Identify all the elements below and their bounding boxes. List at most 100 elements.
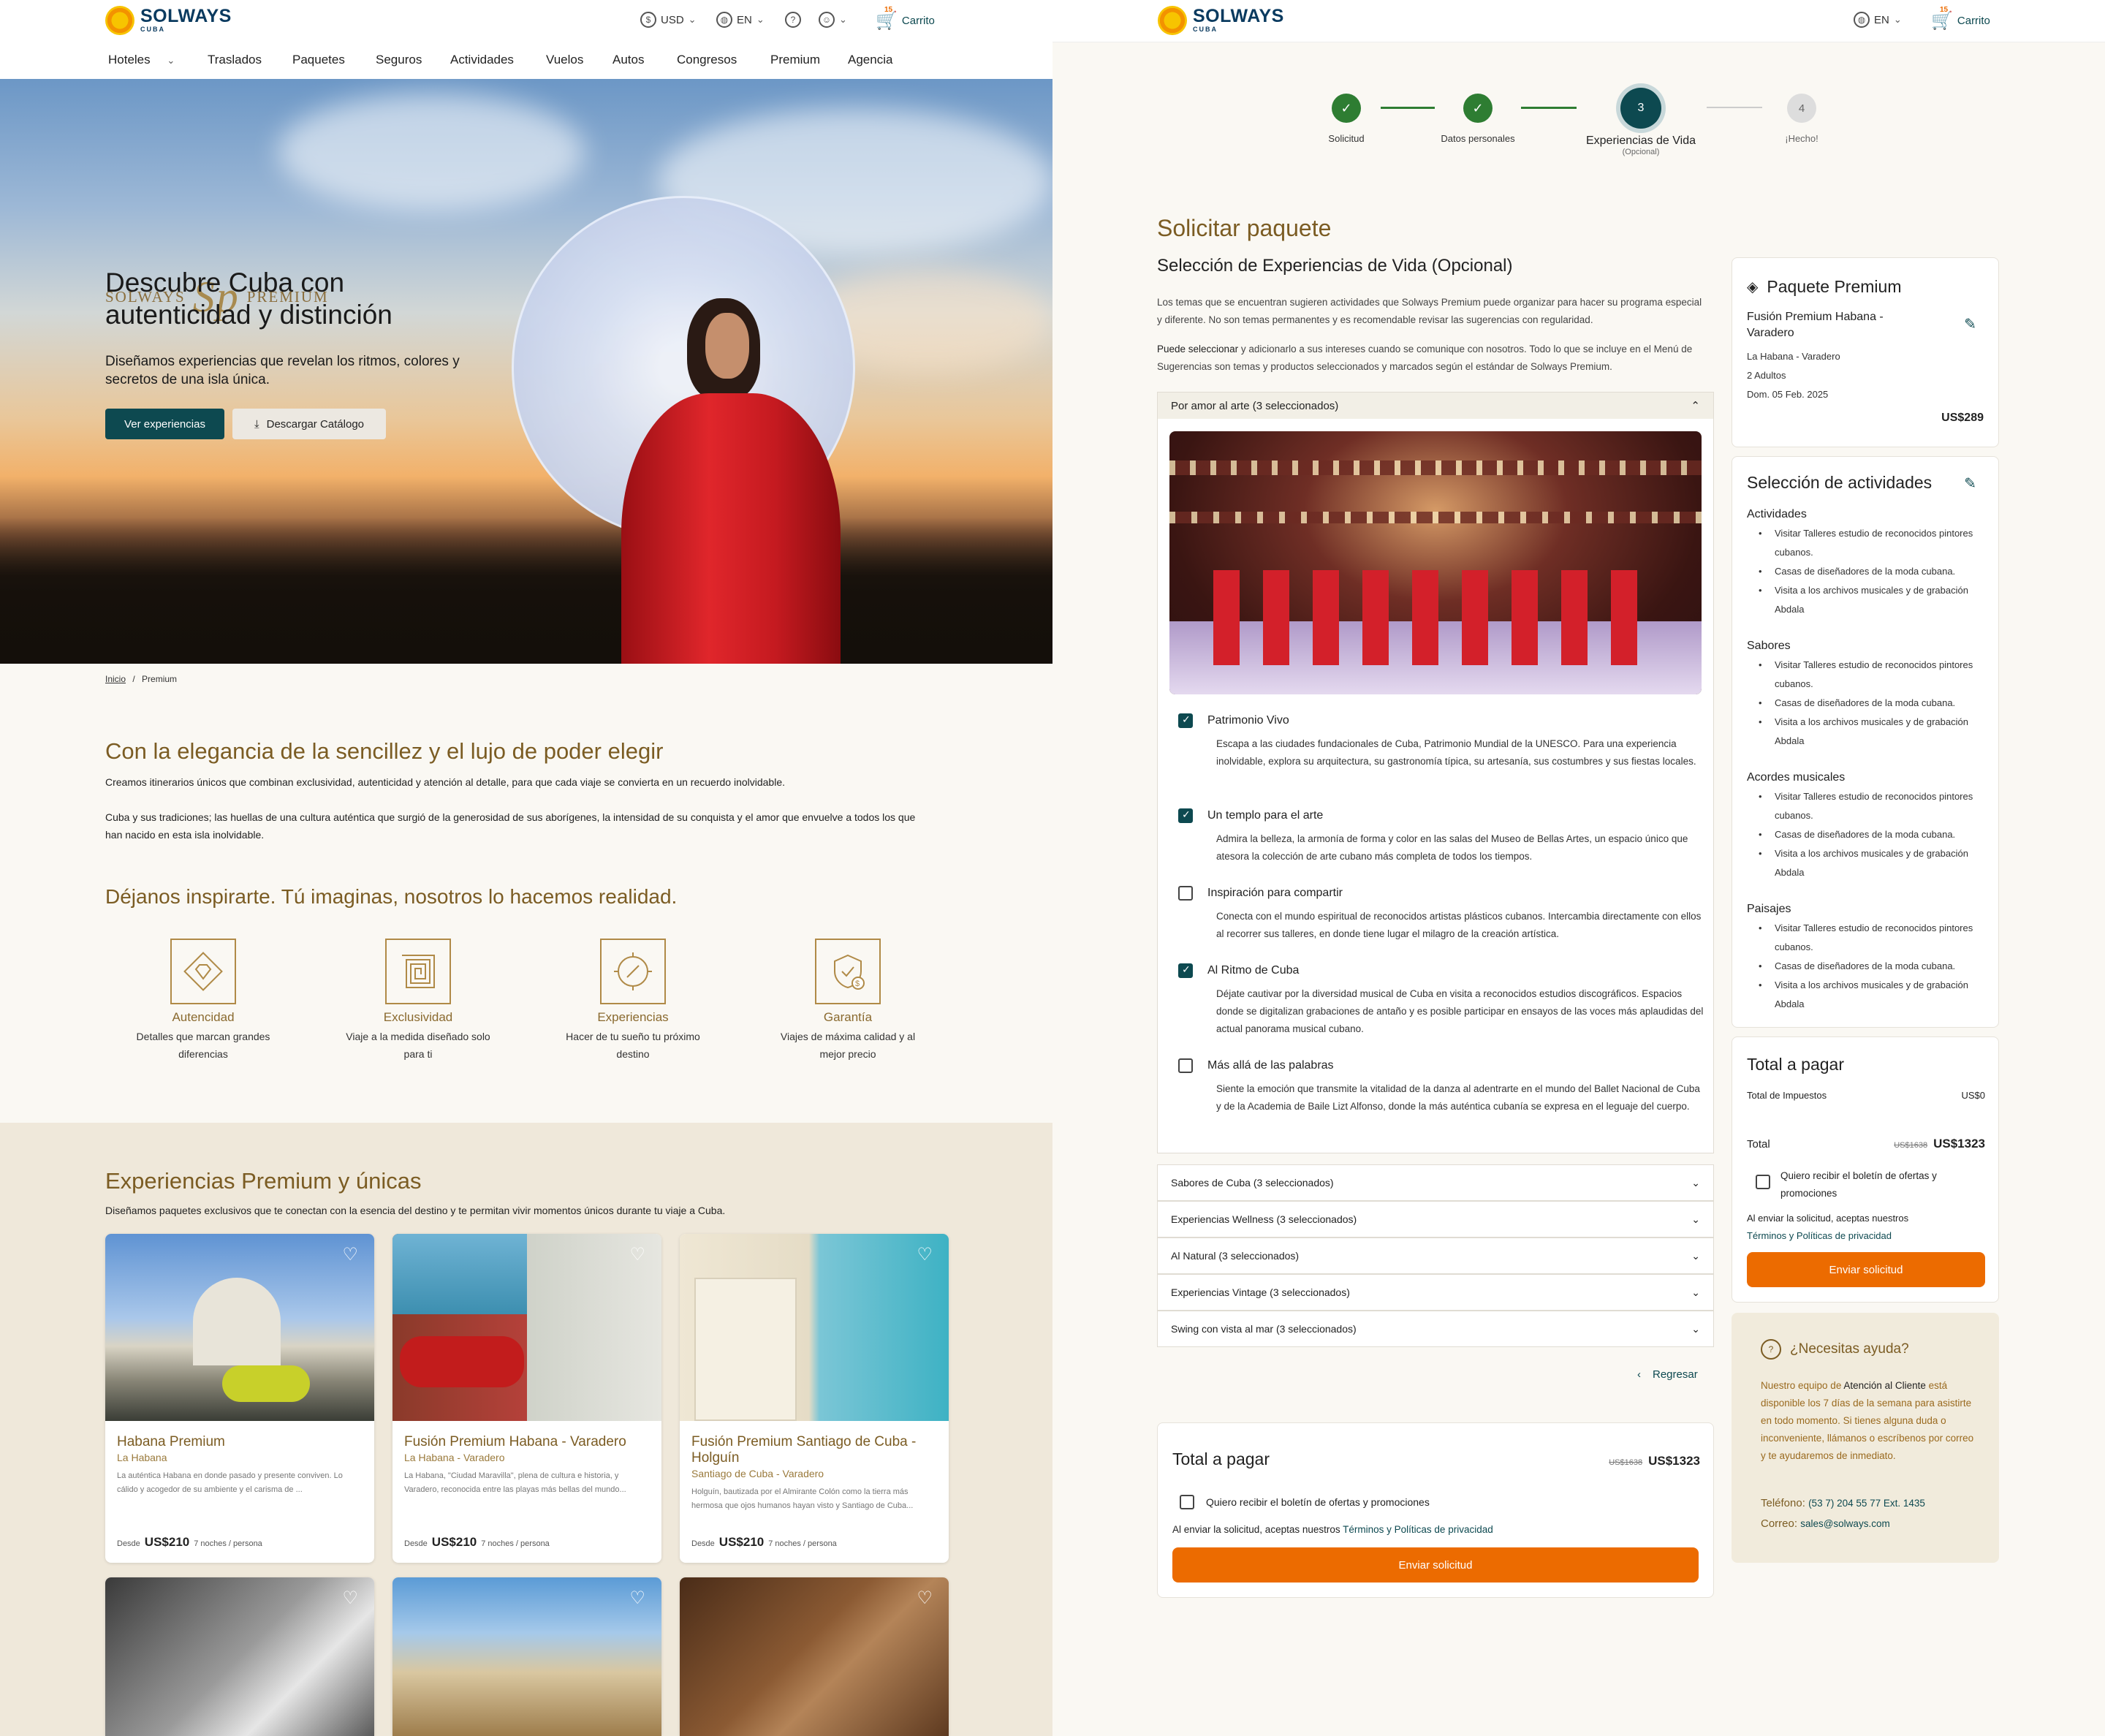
download-catalog-button[interactable]: ⤓ Descargar Catálogo (232, 409, 386, 439)
newsletter-option: Quiero recibir el boletín de ofertas y p… (1756, 1167, 1975, 1202)
package-card[interactable]: ♡ Fusión Premium Habana - Varadero La Ha… (392, 1234, 661, 1563)
step-datos-personales: ✓ Datos personales (1405, 94, 1551, 144)
chevron-left-icon: ‹ (1637, 1368, 1641, 1381)
experience-checkbox[interactable] (1178, 886, 1193, 901)
help-mail: Correo: sales@solways.com (1761, 1517, 1890, 1530)
terms-link[interactable]: Términos y Políticas de privacidad (1747, 1227, 1981, 1245)
accordion-swing[interactable]: Swing con vista al mar (3 seleccionados)… (1157, 1311, 1714, 1347)
cloud (278, 94, 585, 211)
solways-logo[interactable]: SOLWAYS CUBA (1158, 6, 1284, 35)
currency-selector[interactable]: $ USD ⌄ (640, 12, 697, 28)
solways-logo[interactable]: SOLWAYS CUBA (105, 6, 232, 35)
terms-text: Al enviar la solicitud, aceptas nuestros… (1747, 1210, 1981, 1245)
intro-title: Con la elegancia de la sencillez y el lu… (105, 738, 664, 764)
newsletter-checkbox[interactable] (1180, 1495, 1194, 1509)
package-card[interactable]: ♡ Habana Premium La Habana La auténtica … (105, 1234, 374, 1563)
globe-icon: ◍ (716, 12, 732, 28)
check-icon: ✓ (1332, 94, 1361, 123)
experience-checkbox[interactable] (1178, 808, 1193, 823)
experience-checkbox[interactable] (1178, 713, 1193, 728)
chevron-down-icon: ⌄ (1691, 1213, 1700, 1225)
accordion-vintage[interactable]: Experiencias Vintage (3 seleccionados) ⌄ (1157, 1274, 1714, 1311)
package-card[interactable]: ♡ (392, 1577, 661, 1736)
diamond-icon: ◈ (1747, 279, 1759, 295)
breadcrumb-current: Premium (142, 674, 178, 684)
terms-link[interactable]: Términos y Políticas de privacidad (1343, 1524, 1493, 1535)
intro-paragraph-2: Cuba y sus tradiciones; las huellas de u… (105, 811, 916, 841)
favorite-heart-icon[interactable]: ♡ (629, 1588, 645, 1609)
chevron-down-icon: ⌄ (839, 14, 847, 25)
cart-button[interactable]: 🛒 15 Carrito (876, 6, 935, 31)
balcony-lights (1169, 512, 1702, 523)
package-card[interactable]: ♡ (680, 1577, 949, 1736)
sun-logo-icon (1158, 6, 1187, 35)
breadcrumb-home-link[interactable]: Inicio (105, 674, 126, 684)
chevron-down-icon: ⌄ (167, 55, 175, 66)
globe-icon: ◍ (1854, 12, 1870, 28)
cart-icon: 🛒 15 (1931, 6, 1953, 31)
download-icon: ⤓ (254, 417, 259, 431)
tax-row: Total de Impuestos US$0 (1747, 1090, 1985, 1101)
language-selector[interactable]: ◍ EN ⌄ (1854, 12, 1902, 28)
chevron-down-icon: ⌄ (688, 14, 697, 25)
card-price: Desde US$210 7 noches / persona (691, 1535, 837, 1549)
maze-icon (385, 939, 451, 1004)
favorite-heart-icon[interactable]: ♡ (917, 1244, 933, 1265)
back-link[interactable]: ‹ Regresar (1637, 1368, 1698, 1381)
section-title: Selección de Experiencias de Vida (Opcio… (1157, 256, 1513, 276)
newsletter-option: Quiero recibir el boletín de ofertas y p… (1180, 1495, 1430, 1509)
hero-subtitle: Diseñamos experiencias que revelan los r… (105, 354, 460, 387)
chevron-down-icon: ⌄ (756, 14, 765, 25)
accordion-wellness[interactable]: Experiencias Wellness (3 seleccionados) ⌄ (1157, 1201, 1714, 1237)
view-experiences-button[interactable]: Ver experiencias (105, 409, 224, 439)
intro-text: Los temas que se encuentran sugieren act… (1157, 297, 1702, 325)
santiago-holguin-image: ♡ (680, 1234, 949, 1421)
capitolio-image: ♡ (105, 1234, 374, 1421)
edit-pencil-icon[interactable]: ✎ (1964, 474, 1976, 493)
chevron-down-icon: ⌄ (1691, 1322, 1700, 1335)
feature-garantia: $ Garantía Viajes de máxima calidad y al… (767, 939, 928, 1063)
submit-request-button[interactable]: Enviar solicitud (1747, 1252, 1985, 1287)
red-car-shape (400, 1336, 524, 1387)
inspire-title: Déjanos inspirarte. Tú imaginas, nosotro… (105, 885, 678, 908)
experience-checkbox[interactable] (1178, 963, 1193, 978)
help-button[interactable]: ? (785, 12, 801, 28)
language-selector[interactable]: ◍ EN ⌄ (716, 12, 765, 28)
experience-checkbox[interactable] (1178, 1058, 1193, 1073)
phone-link[interactable]: (53 7) 204 55 77 Ext. 1435 (1808, 1498, 1925, 1509)
experiences-title: Experiencias Premium y únicas (105, 1168, 422, 1194)
favorite-heart-icon[interactable]: ♡ (342, 1588, 358, 1609)
feature-experiencias: Experiencias Hacer de tu sueño tu próxim… (553, 939, 713, 1063)
experiences-subtitle: Diseñamos paquetes exclusivos que te con… (105, 1205, 726, 1216)
cart-button[interactable]: 🛒 15 Carrito (1931, 6, 1990, 31)
intro-text-2: Puede seleccionar y adicionarlo a sus in… (1157, 344, 1693, 372)
colonial-building-shape (694, 1278, 797, 1421)
page-title: Solicitar paquete (1157, 215, 1332, 241)
favorite-heart-icon[interactable]: ♡ (629, 1244, 645, 1265)
favorite-heart-icon[interactable]: ♡ (917, 1588, 933, 1609)
bottom-total-panel: Total a pagar US$1638 US$1323 Quiero rec… (1157, 1422, 1714, 1598)
dancers-shape (1213, 570, 1652, 665)
intro-paragraph-1: Creamos itinerarios únicos que combinan … (105, 776, 786, 788)
question-icon: ? (785, 12, 801, 28)
hero-title: Descubre Cuba con autenticidad y distinci… (105, 268, 392, 330)
edit-pencil-icon[interactable]: ✎ (1964, 315, 1976, 333)
accordion-header-arte[interactable]: Por amor al arte (3 seleccionados) ⌃ (1158, 393, 1713, 419)
newsletter-checkbox[interactable] (1756, 1175, 1770, 1189)
favorite-heart-icon[interactable]: ♡ (342, 1244, 358, 1265)
account-menu[interactable]: ☺ ⌄ (819, 12, 847, 28)
package-card[interactable]: ♡ Fusión Premium Santiago de Cuba - Holg… (680, 1234, 949, 1563)
activities-title: Selección de actividades (1747, 473, 1933, 492)
accordion-natural[interactable]: Al Natural (3 seleccionados) ⌄ (1157, 1237, 1714, 1274)
feature-exclusividad: Exclusividad Viaje a la medida diseñado … (338, 939, 498, 1063)
check-icon: ✓ (1463, 94, 1493, 123)
accordion-sabores[interactable]: Sabores de Cuba (3 seleccionados) ⌄ (1157, 1164, 1714, 1201)
card-price: Desde US$210 7 noches / persona (117, 1535, 262, 1549)
chevron-up-icon: ⌃ (1691, 400, 1700, 412)
package-card[interactable]: ♡ (105, 1577, 374, 1736)
submit-request-button[interactable]: Enviar solicitud (1172, 1547, 1699, 1583)
dollar-icon: $ (640, 12, 656, 28)
email-link[interactable]: sales@solways.com (1800, 1518, 1890, 1529)
sun-logo-icon (105, 6, 134, 35)
yellow-car-shape (222, 1365, 310, 1402)
